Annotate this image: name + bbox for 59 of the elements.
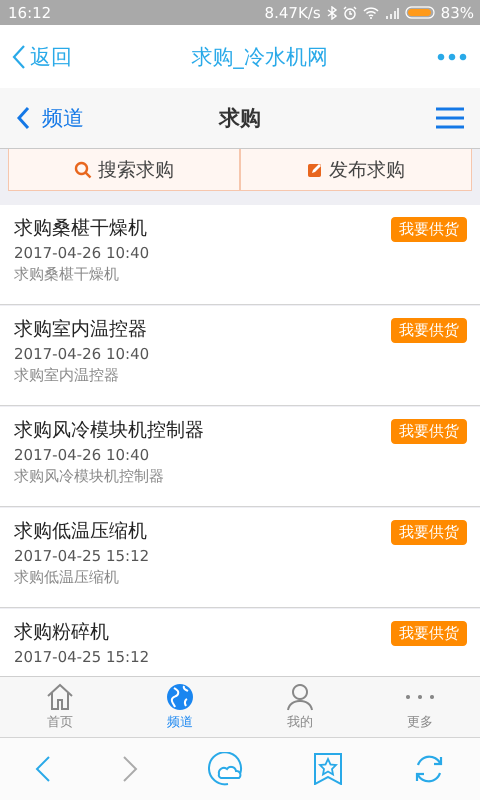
- supply-button[interactable]: 我要供货: [391, 520, 467, 545]
- item-title: 求购低温压缩机: [14, 519, 148, 544]
- list-item[interactable]: 求购低温压缩机 2017-04-25 15:12 求购低温压缩机 我要供货: [0, 508, 480, 608]
- item-description: 求购桑椹干燥机: [14, 265, 120, 284]
- battery-icon: [404, 6, 435, 19]
- item-title: 求购粉碎机: [14, 620, 110, 645]
- item-date: 2017-04-26 10:40: [14, 446, 150, 464]
- menu-icon[interactable]: [436, 107, 464, 129]
- item-date: 2017-04-25 15:12: [14, 547, 150, 565]
- search-icon: [74, 160, 92, 178]
- browser-button[interactable]: [35, 755, 52, 783]
- channel-back-button[interactable]: 频道: [16, 104, 84, 132]
- browser-button[interactable]: [314, 753, 342, 785]
- wifi-icon: [362, 6, 379, 18]
- battery-percent: 83%: [440, 4, 474, 22]
- cloud-icon: [208, 752, 244, 786]
- browser-button[interactable]: [208, 752, 244, 786]
- tab[interactable]: 更多: [360, 677, 480, 737]
- list-item[interactable]: 求购风冷模块机控制器 2017-04-26 10:40 求购风冷模块机控制器 我要供货: [0, 407, 480, 507]
- list-item[interactable]: 求购桑椹干燥机 2017-04-26 10:40 求购桑椹干燥机 我要供货: [0, 205, 480, 305]
- supply-button[interactable]: 我要供货: [391, 217, 467, 242]
- back-button[interactable]: 返回: [12, 42, 72, 70]
- edit-icon: [307, 162, 323, 178]
- clock-time: 16:12: [8, 4, 52, 22]
- person-icon: [286, 683, 314, 711]
- globe-icon: [166, 683, 194, 711]
- channel-title: 求购: [219, 105, 261, 132]
- supply-button[interactable]: 我要供货: [391, 419, 467, 444]
- item-title: 求购室内温控器: [14, 317, 148, 342]
- item-date: 2017-04-25 15:12: [14, 648, 150, 666]
- tab[interactable]: 我的: [240, 677, 360, 737]
- chevron-right-icon: [122, 755, 138, 783]
- bluetooth-icon: [326, 6, 337, 20]
- home-icon: [46, 683, 74, 711]
- signal-icon: [384, 6, 399, 18]
- item-title: 求购桑椹干燥机: [14, 216, 148, 241]
- bookmark-star-icon: [314, 753, 342, 785]
- page-title: 求购_冷水机网: [191, 44, 328, 70]
- item-description: 求购风冷模块机控制器: [14, 467, 165, 486]
- alarm-icon: [342, 6, 357, 20]
- action-button[interactable]: 搜索求购: [8, 149, 240, 191]
- item-description: 求购低温压缩机: [14, 568, 120, 587]
- more-icon[interactable]: [437, 52, 467, 60]
- more-icon: [406, 695, 434, 699]
- supply-button[interactable]: 我要供货: [391, 318, 467, 343]
- list-item[interactable]: 求购粉碎机 2017-04-25 15:12 我要供货: [0, 609, 480, 676]
- chevron-left-icon: [16, 106, 30, 130]
- item-date: 2017-04-26 10:40: [14, 345, 150, 363]
- item-description: 求购室内温控器: [14, 366, 120, 385]
- tab[interactable]: 首页: [0, 677, 120, 737]
- list-item[interactable]: 求购室内温控器 2017-04-26 10:40 求购室内温控器 我要供货: [0, 306, 480, 406]
- item-date: 2017-04-26 10:40: [14, 244, 150, 262]
- supply-button[interactable]: 我要供货: [391, 621, 467, 646]
- chevron-left-icon: [35, 755, 52, 783]
- chevron-left-icon: [12, 44, 26, 70]
- action-button[interactable]: 发布求购: [240, 149, 472, 191]
- item-title: 求购风冷模块机控制器: [14, 418, 204, 443]
- tab[interactable]: 频道: [120, 677, 240, 737]
- network-speed: 8.47K/s: [264, 4, 321, 22]
